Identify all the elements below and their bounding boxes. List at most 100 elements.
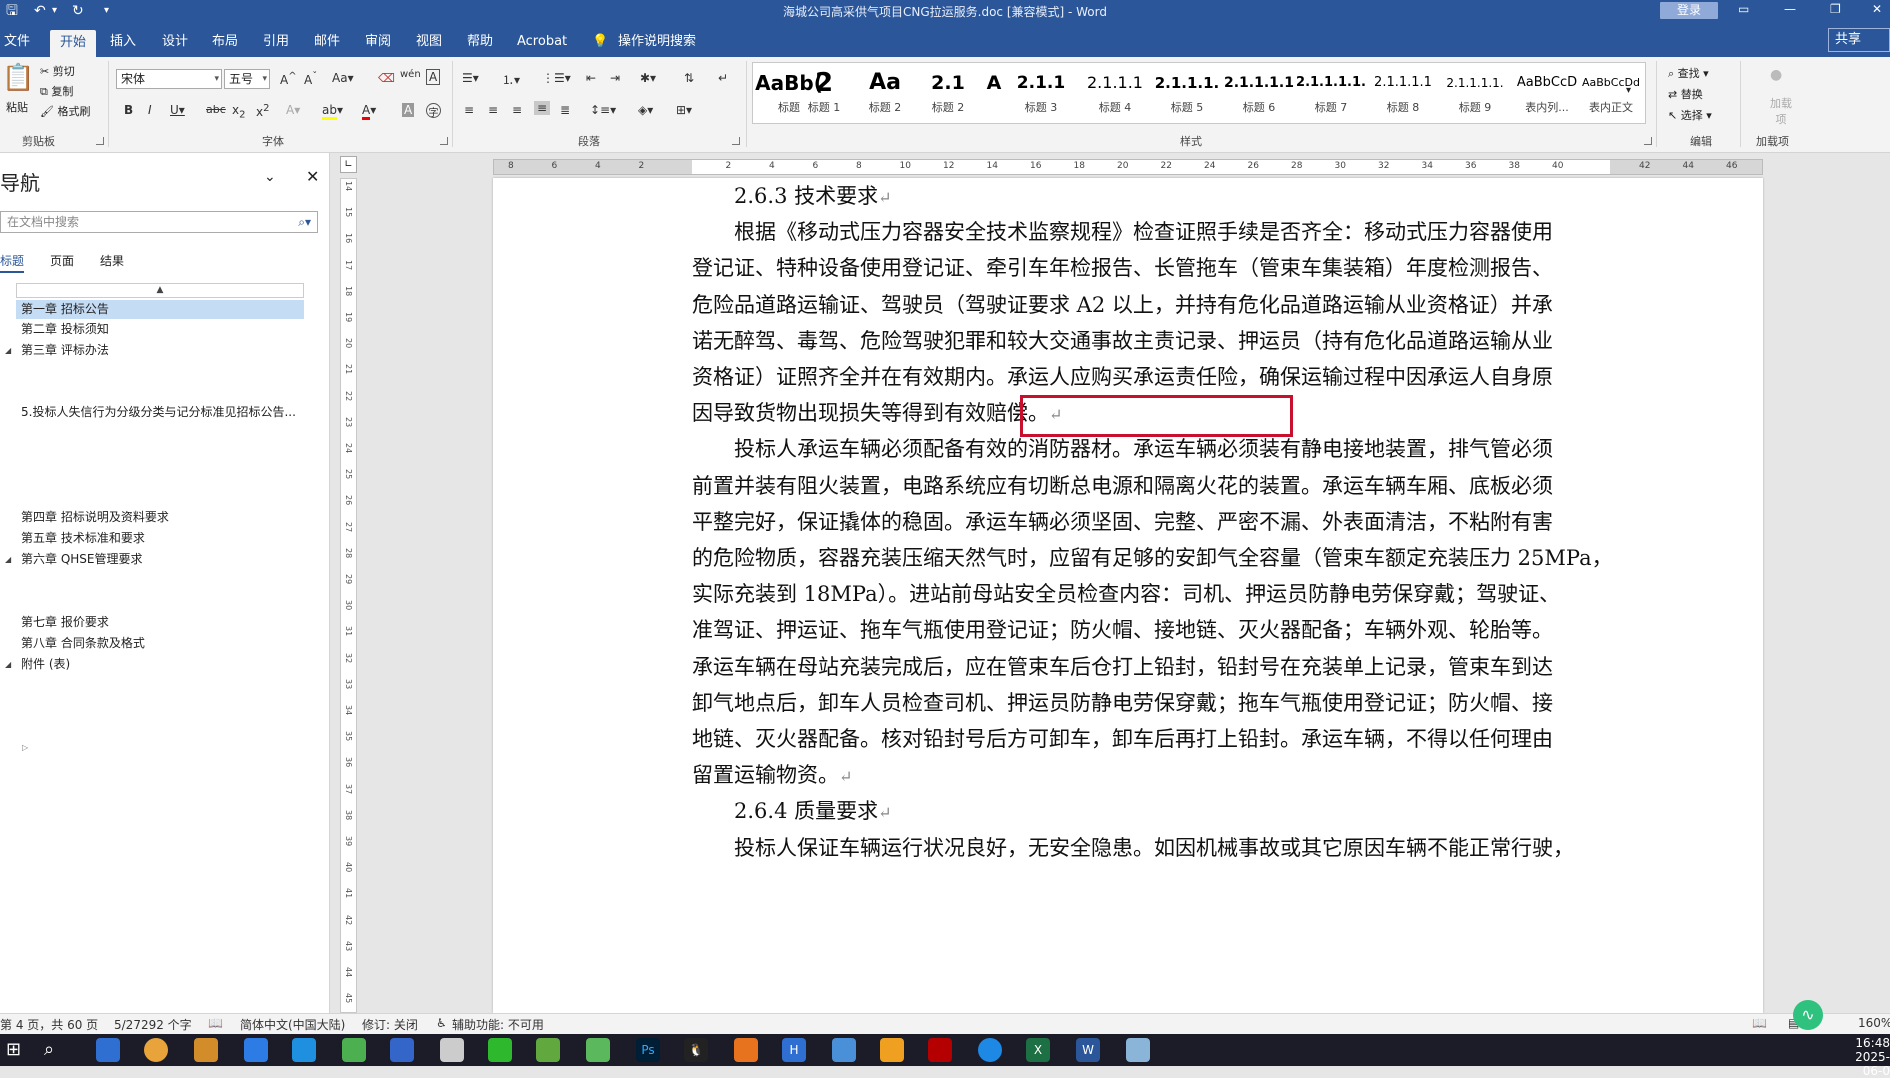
- nav-heading-item[interactable]: 第八章 合同条款及格式: [16, 634, 304, 653]
- grow-font-icon[interactable]: A^: [280, 71, 297, 87]
- strikethrough-icon[interactable]: abc: [206, 103, 226, 116]
- folder-icon[interactable]: [194, 1038, 218, 1062]
- acrobat-icon[interactable]: [928, 1038, 952, 1062]
- proofing-icon[interactable]: 📖: [208, 1016, 223, 1030]
- login-button[interactable]: 登录: [1660, 2, 1718, 19]
- style-heading-2a[interactable]: Aa 标题 2: [861, 63, 909, 123]
- photoshop-icon[interactable]: Ps: [636, 1038, 660, 1062]
- page-count[interactable]: 第 4 页，共 60 页: [0, 1016, 98, 1033]
- clipboard-launcher-icon[interactable]: [96, 137, 104, 145]
- close-icon[interactable]: ✕: [1872, 2, 1882, 16]
- nav-heading-item[interactable]: 5.投标人失信行为分级分类与记分标准见招标公告...: [16, 403, 304, 422]
- document-line[interactable]: 平整完好，保证撬体的稳固。承运车辆必须坚固、完整、严密不漏、外表面清洁，不粘附有…: [692, 506, 1553, 536]
- restore-icon[interactable]: ❐: [1830, 2, 1841, 16]
- font-color-icon[interactable]: A▾: [362, 103, 376, 120]
- app-icon[interactable]: [1126, 1038, 1150, 1062]
- highlight-icon[interactable]: ab▾: [322, 103, 343, 120]
- underline-icon[interactable]: U▾: [170, 103, 185, 117]
- expand-icon[interactable]: ◢: [5, 341, 11, 360]
- expand-icon[interactable]: ◢: [5, 655, 11, 674]
- tab-file[interactable]: 文件: [4, 29, 30, 57]
- document-line[interactable]: 因导致货物出现损失等得到有效赔偿。↵: [692, 397, 1062, 427]
- style-heading-3b[interactable]: 2.1.1 标题 3: [1007, 63, 1075, 123]
- increase-indent-icon[interactable]: ⇥: [610, 71, 620, 85]
- tab-mailings[interactable]: 邮件: [314, 29, 340, 57]
- shading-icon[interactable]: ◈▾: [638, 103, 653, 117]
- wechat-icon[interactable]: [488, 1038, 512, 1062]
- app-icon[interactable]: [586, 1038, 610, 1062]
- cut-button[interactable]: ✂ 剪切: [40, 63, 75, 79]
- text-effects-icon[interactable]: A▾: [286, 103, 300, 117]
- paragraph-launcher-icon[interactable]: [732, 137, 740, 145]
- document-line[interactable]: 前置并装有阻火装置，电路系统应有切断总电源和隔离火花的装置。承运车辆车厢、底板必…: [692, 470, 1553, 500]
- app-icon[interactable]: [292, 1038, 316, 1062]
- lightbulb-icon[interactable]: 💡: [592, 29, 608, 57]
- nav-heading-item[interactable]: ◢ 第六章 QHSE管理要求: [5, 550, 304, 569]
- align-left-icon[interactable]: ≡: [464, 103, 474, 117]
- app-icon[interactable]: [832, 1038, 856, 1062]
- app-icon[interactable]: H: [782, 1038, 806, 1062]
- zoom-level[interactable]: 160%: [1858, 1016, 1890, 1030]
- document-line[interactable]: 承运车辆在母站充装完成后，应在管束车后仓打上铅封，铅封号在充装单上记录，管束车到…: [692, 651, 1553, 681]
- character-border-icon[interactable]: A: [426, 69, 441, 85]
- nav-search-input[interactable]: 在文档中搜索 ⌕▾: [0, 211, 318, 233]
- bold-icon[interactable]: B: [124, 103, 133, 117]
- subscript-icon[interactable]: x2: [232, 103, 245, 120]
- document-page[interactable]: 2.6.3 技术要求↵ 根据《移动式压力容器安全技术监察规程》检查证照手续是否齐全…: [493, 178, 1763, 1013]
- app-icon[interactable]: [978, 1038, 1002, 1062]
- style-table-body[interactable]: AaBbCcDd 表内正文: [1575, 63, 1647, 123]
- style-heading-6[interactable]: 2.1.1.1.1 标题 6: [1223, 63, 1295, 123]
- ribbon-display-icon[interactable]: ▭: [1738, 2, 1749, 16]
- nav-heading-item[interactable]: 第四章 招标说明及资料要求: [16, 508, 304, 527]
- tab-help[interactable]: 帮助: [467, 29, 493, 57]
- app-icon[interactable]: [390, 1038, 414, 1062]
- show-marks-icon[interactable]: ↵: [718, 71, 728, 85]
- align-right-icon[interactable]: ≡: [512, 103, 522, 117]
- document-line[interactable]: 实际充装到 18MPa）。进站前母站安全员检查内容：司机、押运员防静电劳保穿戴；…: [692, 578, 1560, 608]
- line-spacing-icon[interactable]: ↕≡▾: [590, 103, 616, 117]
- app-icon[interactable]: [880, 1038, 904, 1062]
- change-case-icon[interactable]: Aa▾: [332, 71, 354, 85]
- font-name-combo[interactable]: 宋体 ▾: [116, 69, 222, 89]
- qq-icon[interactable]: 🐧: [684, 1038, 708, 1062]
- align-center-icon[interactable]: ≡: [488, 103, 498, 117]
- tab-references[interactable]: 引用: [263, 29, 289, 57]
- phonetic-guide-icon[interactable]: wén: [400, 69, 421, 80]
- style-heading-7[interactable]: 2.1.1.1.1. 标题 7: [1295, 63, 1367, 123]
- styles-launcher-icon[interactable]: [1644, 137, 1652, 145]
- document-line[interactable]: 投标人保证车辆运行状况良好，无安全隐患。如因机械事故或其它原因车辆不能正常行驶，: [734, 832, 1574, 862]
- search-icon[interactable]: ⌕: [44, 1038, 68, 1062]
- app-icon[interactable]: [734, 1038, 758, 1062]
- expand-icon[interactable]: ◢: [5, 550, 11, 569]
- clear-formatting-icon[interactable]: ⌫: [378, 71, 395, 85]
- tab-review[interactable]: 审阅: [365, 29, 391, 57]
- app-icon[interactable]: [440, 1038, 464, 1062]
- search-icon[interactable]: ⌕▾: [298, 212, 311, 232]
- document-line[interactable]: 卸气地点后，卸车人员检查司机、押运员防静电劳保穿戴；拖车气瓶使用登记证；防火帽、…: [692, 687, 1553, 717]
- select-button[interactable]: ↖ 选择 ▾: [1668, 107, 1712, 123]
- word-icon[interactable]: W: [1076, 1038, 1100, 1062]
- language-indicator[interactable]: 简体中文(中国大陆): [240, 1016, 345, 1033]
- document-line[interactable]: 准驾证、押运证、拖车气瓶使用登记证；防火帽、接地链、灭火器配备；车辆外观、轮胎等…: [692, 614, 1553, 644]
- nav-tab-results[interactable]: 结果: [100, 252, 124, 269]
- tab-layout[interactable]: 布局: [212, 29, 238, 57]
- app-icon[interactable]: [536, 1038, 560, 1062]
- find-button[interactable]: ⌕ 查找 ▾: [1668, 65, 1709, 81]
- nav-options-icon[interactable]: ⌄: [264, 169, 276, 185]
- document-line[interactable]: 留置运输物资。↵: [692, 759, 852, 789]
- tab-insert[interactable]: 插入: [110, 29, 136, 57]
- document-line[interactable]: 2.6.3 技术要求↵: [734, 180, 892, 210]
- font-size-combo[interactable]: 五号 ▾: [224, 69, 270, 89]
- app-icon[interactable]: [244, 1038, 268, 1062]
- enclose-characters-icon[interactable]: 字: [426, 103, 441, 119]
- style-heading-4[interactable]: 2.1.1.1 标题 4: [1079, 63, 1151, 123]
- word-count[interactable]: 5/27292 个字: [114, 1016, 192, 1033]
- tell-me-search[interactable]: 操作说明搜索: [618, 29, 696, 57]
- tab-selector[interactable]: ∟: [340, 156, 357, 173]
- sort-icon[interactable]: ⇅: [684, 71, 694, 85]
- numbering-icon[interactable]: ⒈▾: [502, 71, 520, 88]
- nav-heading-item[interactable]: 第二章 投标须知: [16, 320, 304, 339]
- copy-button[interactable]: ⧉ 复制: [40, 83, 73, 99]
- tab-home[interactable]: 开始: [50, 30, 97, 57]
- multilevel-list-icon[interactable]: ⋮☰▾: [542, 71, 571, 85]
